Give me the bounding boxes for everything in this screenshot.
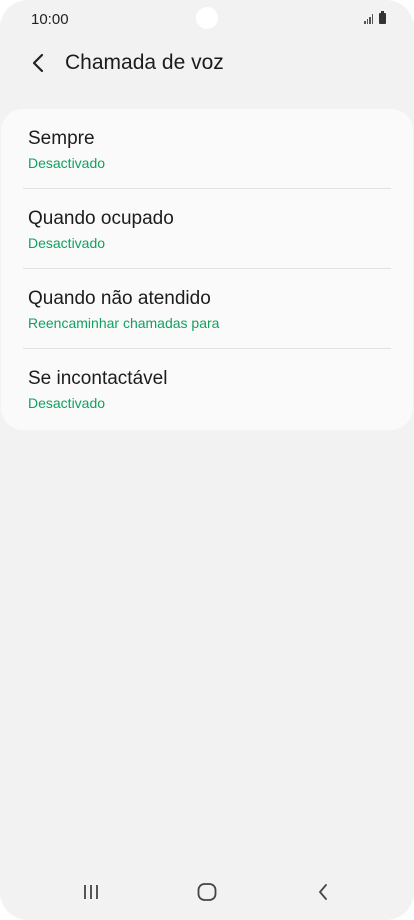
option-when-unreachable[interactable]: Se incontactável Desactivado <box>1 349 413 429</box>
option-title: Sempre <box>28 128 95 149</box>
phone-screen: 10:00 Chamada de voz Sempre Desactivado <box>0 0 414 920</box>
signal-icon <box>364 14 373 24</box>
option-when-busy[interactable]: Quando ocupado Desactivado <box>1 189 413 269</box>
forwarding-options-list: Sempre Desactivado Quando ocupado Desact… <box>1 109 413 430</box>
home-button[interactable] <box>187 878 227 906</box>
recent-apps-button[interactable] <box>71 878 111 906</box>
status-bar: 10:00 <box>0 0 414 38</box>
option-status: Desactivado <box>28 235 106 251</box>
nav-back-button[interactable] <box>303 878 343 906</box>
option-always[interactable]: Sempre Desactivado <box>1 109 413 189</box>
option-title: Quando ocupado <box>28 208 174 229</box>
battery-icon <box>379 11 386 24</box>
back-icon <box>319 884 327 900</box>
recent-apps-icon <box>84 885 98 899</box>
status-icons <box>364 11 386 24</box>
option-status: Desactivado <box>28 155 106 171</box>
option-title: Se incontactável <box>28 368 168 389</box>
option-status: Desactivado <box>28 395 106 411</box>
app-bar: Chamada de voz <box>0 40 414 86</box>
home-icon <box>197 883 217 901</box>
status-time: 10:00 <box>31 11 69 28</box>
back-button[interactable] <box>24 49 52 77</box>
camera-cutout <box>196 7 218 29</box>
navigation-bar <box>0 864 414 920</box>
chevron-left-icon <box>32 53 44 73</box>
option-when-unanswered[interactable]: Quando não atendido Reencaminhar chamada… <box>1 269 413 349</box>
option-status: Reencaminhar chamadas para <box>28 315 220 331</box>
page-title: Chamada de voz <box>65 51 224 74</box>
option-title: Quando não atendido <box>28 288 211 309</box>
